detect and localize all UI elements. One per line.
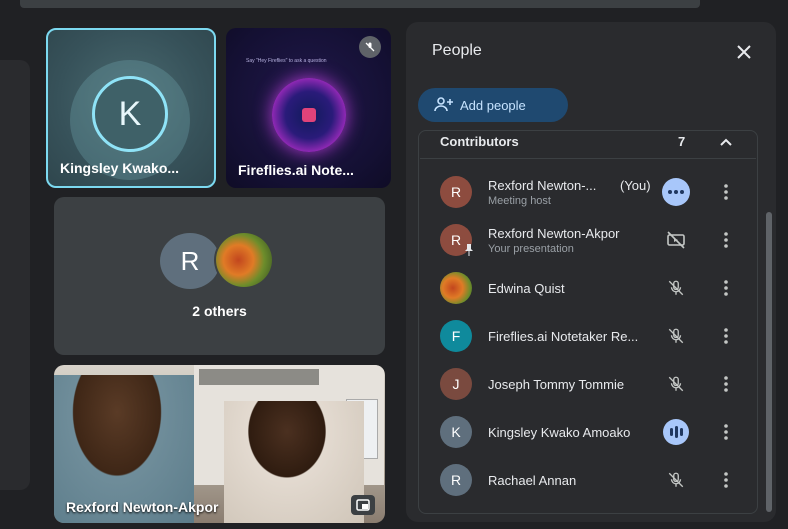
others-label: 2 others xyxy=(192,303,247,319)
avatar: F xyxy=(440,320,472,352)
participant-row[interactable]: F Fireflies.ai Notetaker Re... xyxy=(418,314,758,362)
mic-off-icon xyxy=(359,36,381,58)
people-panel: People Add people Contributors 7 R Rexfo… xyxy=(406,22,776,522)
avatar: K xyxy=(92,76,168,152)
avatar-image xyxy=(214,231,274,289)
avatar-image xyxy=(440,272,472,304)
tile-name: Fireflies.ai Note... xyxy=(238,162,354,178)
pin-icon xyxy=(465,244,473,256)
participant-name: Joseph Tommy Tommie xyxy=(488,377,625,392)
participant-name: Rexford Newton-Akpor xyxy=(488,226,620,241)
add-people-label: Add people xyxy=(460,97,526,113)
more-vert-icon[interactable] xyxy=(716,418,736,446)
close-icon[interactable] xyxy=(732,40,756,64)
participant-row[interactable]: R Rachael Annan xyxy=(418,458,758,506)
participant-name: Kingsley Kwako Amoako xyxy=(488,425,631,440)
avatar: K xyxy=(440,416,472,448)
presentation-off-icon[interactable] xyxy=(662,226,690,254)
participant-subtitle: Meeting host xyxy=(488,195,551,207)
participant-name: Rexford Newton-... xyxy=(488,178,597,193)
more-vert-icon[interactable] xyxy=(716,178,736,206)
fireflies-logo-icon xyxy=(302,108,316,122)
mic-off-icon[interactable] xyxy=(662,274,690,302)
video-person xyxy=(224,401,364,523)
top-bar xyxy=(20,0,700,8)
avatar: J xyxy=(440,368,472,400)
participant-tile-fireflies[interactable]: Say "Hey Fireflies" to ask a question Fi… xyxy=(226,28,391,188)
fireflies-prompt: Say "Hey Fireflies" to ask a question xyxy=(246,58,327,64)
speaking-icon xyxy=(662,418,690,446)
tile-name: Kingsley Kwako... xyxy=(60,160,180,176)
more-vert-icon[interactable] xyxy=(716,466,736,494)
participant-row[interactable]: K Kingsley Kwako Amoako xyxy=(418,410,758,458)
participant-name: Rachael Annan xyxy=(488,473,577,488)
divider xyxy=(420,158,756,159)
participant-subtitle: Your presentation xyxy=(488,243,574,255)
participant-row[interactable]: J Joseph Tommy Tommie xyxy=(418,362,758,410)
more-vert-icon[interactable] xyxy=(716,226,736,254)
chevron-up-icon[interactable] xyxy=(716,132,736,152)
participant-row[interactable]: R Rexford Newton-... (You) Meeting host xyxy=(418,170,758,218)
more-vert-icon[interactable] xyxy=(716,322,736,350)
section-label[interactable]: Contributors xyxy=(440,134,519,149)
participant-name: Edwina Quist xyxy=(488,281,565,296)
avatar: R xyxy=(440,176,472,208)
more-vert-icon[interactable] xyxy=(716,274,736,302)
more-vert-icon[interactable] xyxy=(716,370,736,398)
participant-tile-video[interactable]: Rexford Newton-Akpor xyxy=(54,365,385,523)
section-count: 7 xyxy=(678,134,686,149)
mic-off-icon[interactable] xyxy=(662,370,690,398)
participant-row[interactable]: Edwina Quist xyxy=(418,266,758,314)
scrollbar[interactable] xyxy=(766,212,772,512)
left-edge-panel xyxy=(0,60,30,490)
fireflies-orb xyxy=(272,78,346,152)
picture-in-picture-icon[interactable] xyxy=(351,495,375,515)
participant-tile-others[interactable]: R 2 others xyxy=(54,197,385,355)
participant-row[interactable]: R Rexford Newton-Akpor Your presentation xyxy=(418,218,758,266)
participant-name: Fireflies.ai Notetaker Re... xyxy=(488,329,639,344)
mic-off-icon[interactable] xyxy=(662,322,690,350)
video-shelf xyxy=(199,369,319,385)
add-person-icon xyxy=(434,96,454,115)
mic-off-icon[interactable] xyxy=(662,466,690,494)
avatar: R xyxy=(160,233,220,289)
participant-tile-kingsley[interactable]: K Kingsley Kwako... xyxy=(46,28,216,188)
you-label: (You) xyxy=(620,178,651,193)
avatar: R xyxy=(440,464,472,496)
add-people-button[interactable]: Add people xyxy=(418,88,568,122)
panel-title: People xyxy=(432,42,482,59)
tile-name: Rexford Newton-Akpor xyxy=(66,499,219,515)
more-options-blue-icon[interactable] xyxy=(662,178,690,206)
